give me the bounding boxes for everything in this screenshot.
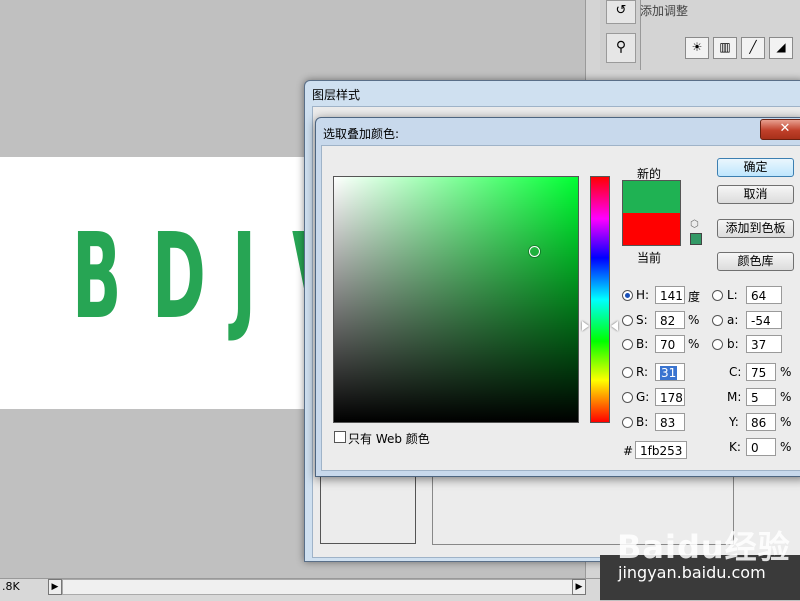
lab-l-field[interactable]: 64 [746,286,782,304]
red-label: R: [636,365,649,379]
black-unit: % [780,440,792,454]
green-label: G: [636,390,650,404]
blue-field[interactable]: 83 [655,413,685,431]
saturation-radio[interactable] [622,315,633,326]
yellow-unit: % [780,415,792,429]
green-radio[interactable] [622,392,633,403]
history-icon[interactable]: ↺ [606,0,636,24]
magenta-unit: % [780,390,792,404]
status-menu-arrow-icon[interactable]: ▶ [48,579,62,595]
hue-label: H: [636,288,650,302]
brightness-unit: % [688,337,700,351]
hue-unit: 度 [688,290,701,304]
hue-field[interactable]: 141 [655,286,685,304]
black-field[interactable]: 0 [746,438,776,456]
layer-style-dialog-title: 图层样式 [312,88,361,102]
hue-slider-left-arrow[interactable] [582,321,589,331]
lab-a-field[interactable]: -54 [746,311,782,329]
watermark-url: jingyan.baidu.com [618,563,766,582]
canvas-letter-d: D [152,207,206,345]
add-to-swatches-button[interactable]: 添加到色板 [717,219,794,238]
ok-button[interactable]: 确定 [717,158,794,177]
canvas-letter-j: J [232,207,257,345]
curves-icon[interactable]: ╱ [741,37,765,59]
black-label: K: [729,440,741,454]
saturation-label: S: [636,313,648,327]
red-radio[interactable] [622,367,633,378]
lab-a-label: a: [727,313,739,327]
magenta-field[interactable]: 5 [746,388,776,406]
brightness-radio[interactable] [622,339,633,350]
cancel-button[interactable]: 取消 [717,185,794,204]
brightness-field[interactable]: 70 [655,335,685,353]
hex-field[interactable]: 1fb253 [635,441,687,459]
blue-label: B: [636,415,649,429]
brightness-label: B: [636,337,649,351]
lab-b-radio[interactable] [712,339,723,350]
levels-icon[interactable]: ▥ [713,37,737,59]
lab-l-radio[interactable] [712,290,723,301]
web-only-checkbox[interactable] [334,431,346,443]
lab-l-label: L: [727,288,738,302]
web-only-label: 只有 Web 颜色 [348,432,430,446]
new-color-swatch [623,181,680,213]
current-color-swatch[interactable] [623,213,680,245]
color-field[interactable] [333,176,579,423]
saturation-unit: % [688,313,700,327]
cube-icon[interactable]: ⬡ [690,220,700,230]
hue-slider[interactable] [590,176,610,423]
watermark-logo: Baidu经验 [617,528,791,566]
layer-style-preview-box [320,472,416,544]
cyan-label: C: [729,365,742,379]
magenta-label: M: [727,390,742,404]
color-field-marker[interactable] [529,246,540,257]
hue-slider-right-arrow[interactable] [611,321,618,331]
saturation-field[interactable]: 82 [655,311,685,329]
current-color-label: 当前 [637,251,662,265]
red-field[interactable]: 31 [655,363,685,381]
canvas-letter-b: B [72,207,122,345]
cyan-unit: % [780,365,792,379]
yellow-label: Y: [729,415,739,429]
adjustments-panel-title: 添加调整 [640,4,689,18]
lab-a-radio[interactable] [712,315,723,326]
red-value: 31 [660,366,678,380]
color-libraries-button[interactable]: 颜色库 [717,252,794,271]
lab-b-label: b: [727,337,739,351]
canvas-document[interactable]: B D J V [0,157,342,409]
lab-b-field[interactable]: 37 [746,335,782,353]
blue-radio[interactable] [622,417,633,428]
green-field[interactable]: 178 [655,388,685,406]
status-doc-size: .8K [2,580,20,593]
hue-radio[interactable] [622,290,633,301]
color-picker-title: 选取叠加颜色: [323,127,400,141]
yellow-field[interactable]: 86 [746,413,776,431]
close-icon[interactable]: ✕ [760,119,800,140]
scroll-right-arrow-icon[interactable]: ▶ [572,579,586,595]
brightness-contrast-icon[interactable]: ☀ [685,37,709,59]
websafe-color-swatch[interactable] [690,233,702,245]
exposure-icon[interactable]: ◢ [769,37,793,59]
hex-label: # [623,444,634,458]
cyan-field[interactable]: 75 [746,363,776,381]
adjustments-icon[interactable]: ⚲ [606,33,636,63]
horizontal-scrollbar[interactable] [62,579,584,595]
